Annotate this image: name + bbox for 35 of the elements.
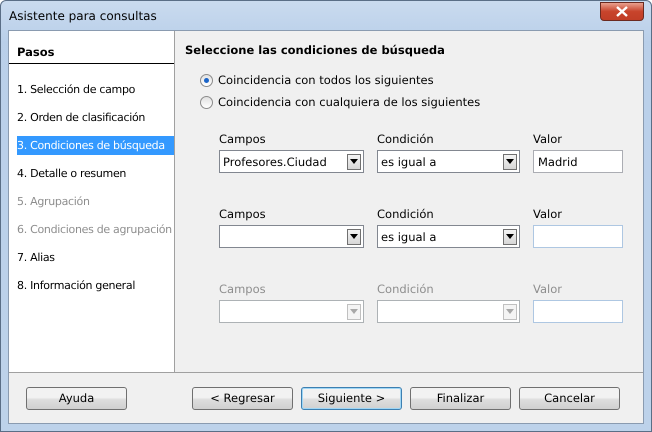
value-label: Valor (533, 206, 562, 222)
field-label: Campos (219, 131, 266, 147)
step-item[interactable]: 8. Información general (17, 276, 174, 295)
steps-heading: Pasos (17, 45, 54, 59)
step-item[interactable]: 7. Alias (17, 248, 174, 267)
dialog-button[interactable]: Siguiente > (301, 386, 402, 410)
dialog-button[interactable]: Cancelar (519, 386, 620, 410)
dialog-button[interactable]: Ayuda (26, 386, 127, 410)
close-icon (616, 6, 628, 16)
dialog-button[interactable]: Finalizar (410, 386, 511, 410)
step-item[interactable]: 2. Orden de clasificación (17, 108, 174, 127)
field-label: Campos (219, 206, 266, 222)
field-dropdown[interactable] (219, 300, 364, 323)
radio-label[interactable]: Coincidencia con cualquiera de los siguientes (218, 95, 480, 109)
step-item[interactable]: 4. Detalle o resumen (17, 164, 174, 183)
radio-button[interactable] (200, 74, 213, 86)
value-label: Valor (533, 131, 562, 147)
dialog-button[interactable]: < Regresar (192, 386, 293, 410)
condition-label: Condición (377, 281, 434, 297)
step-item[interactable]: 1. Selección de campo (17, 80, 174, 99)
condition-label: Condición (377, 206, 434, 222)
field-dropdown[interactable]: Profesores.Ciudad (219, 150, 364, 173)
close-button[interactable] (600, 2, 644, 20)
condition-dropdown[interactable]: es igual a (377, 150, 520, 173)
radio-label[interactable]: Coincidencia con todos los siguientes (218, 73, 434, 87)
field-dropdown[interactable] (219, 225, 364, 248)
window-title: Asistente para consultas (9, 8, 157, 22)
condition-dropdown[interactable]: es igual a (377, 225, 520, 248)
value-label: Valor (533, 281, 562, 297)
condition-label: Condición (377, 131, 434, 147)
page-heading: Seleccione las condiciones de búsqueda (185, 43, 446, 57)
value-field[interactable]: Madrid (533, 150, 623, 173)
radio-button[interactable] (200, 96, 213, 108)
value-field[interactable] (533, 225, 623, 248)
field-label: Campos (219, 281, 266, 297)
